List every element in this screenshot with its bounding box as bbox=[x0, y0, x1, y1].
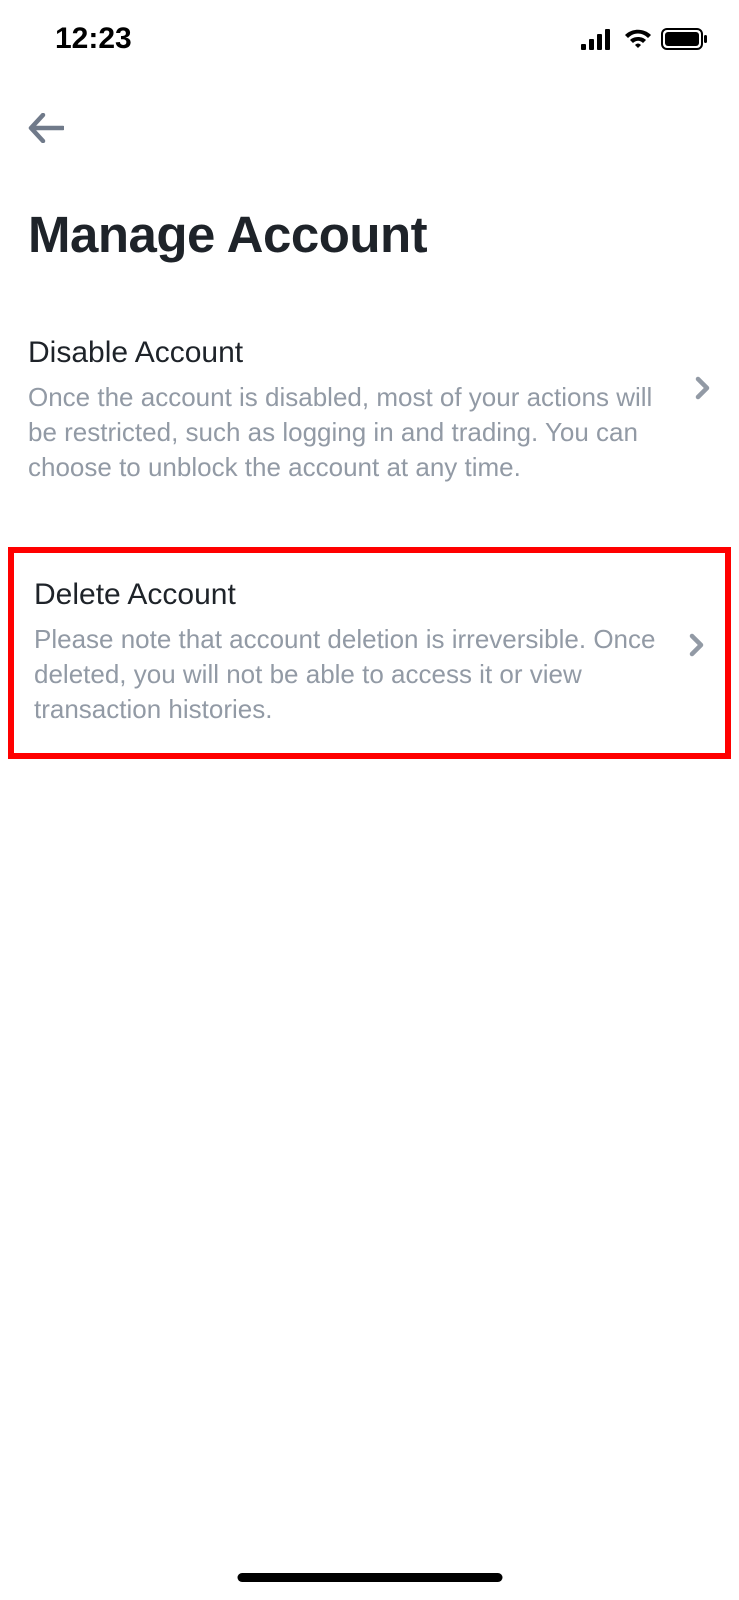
arrow-left-icon bbox=[28, 113, 64, 148]
back-button[interactable] bbox=[28, 110, 68, 150]
status-icons bbox=[581, 28, 709, 50]
status-bar: 12:23 bbox=[0, 0, 739, 60]
chevron-right-icon bbox=[695, 376, 711, 400]
option-content: Disable Account Once the account is disa… bbox=[28, 336, 695, 485]
page-title: Manage Account bbox=[0, 150, 739, 264]
option-title: Delete Account bbox=[34, 578, 669, 612]
chevron-right-icon bbox=[689, 633, 705, 657]
disable-account-row[interactable]: Disable Account Once the account is disa… bbox=[0, 314, 739, 507]
options-list: Disable Account Once the account is disa… bbox=[0, 314, 739, 759]
status-time: 12:23 bbox=[55, 22, 132, 56]
option-content: Delete Account Please note that account … bbox=[34, 578, 689, 727]
highlighted-delete-box: Delete Account Please note that account … bbox=[8, 547, 731, 758]
option-description: Please note that account deletion is irr… bbox=[34, 622, 669, 727]
battery-icon bbox=[661, 28, 709, 50]
cellular-signal-icon bbox=[581, 28, 615, 50]
delete-account-row[interactable]: Delete Account Please note that account … bbox=[14, 578, 725, 727]
home-indicator[interactable] bbox=[237, 1573, 502, 1582]
wifi-icon bbox=[623, 28, 653, 50]
nav-bar bbox=[0, 60, 739, 150]
option-title: Disable Account bbox=[28, 336, 675, 370]
option-description: Once the account is disabled, most of yo… bbox=[28, 380, 675, 485]
